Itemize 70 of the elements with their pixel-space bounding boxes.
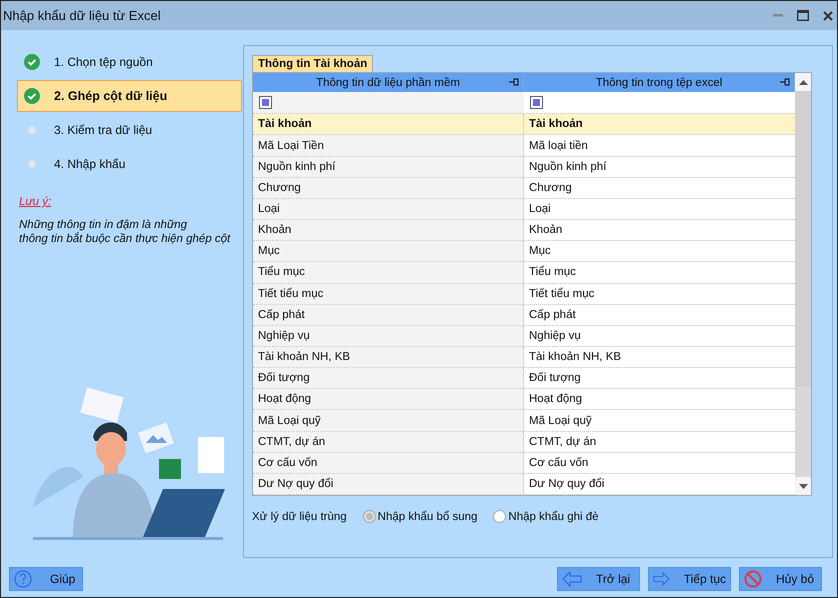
scroll-up-icon[interactable]: [798, 80, 808, 84]
table-cell-text: Tài khoản NH, KB: [528, 350, 622, 366]
check-circle-icon: [24, 88, 40, 104]
table-cell: Đối tượng: [253, 368, 524, 388]
window-title: Nhập khẩu dữ liệu từ Excel: [3, 8, 162, 23]
wizard-step[interactable]: 3. Kiểm tra dữ liệu: [17, 114, 242, 146]
table-cell-text: Cấp phát: [528, 308, 577, 323]
arrow-right-icon: [653, 570, 670, 586]
table-cell: Tiểu mục: [253, 262, 524, 283]
table-cell-text: Mục: [528, 244, 552, 260]
table-cell: Tiết tiểu mục: [253, 284, 524, 304]
table-cell-text: Cơ cấu vốn: [528, 456, 590, 471]
wizard-step[interactable]: 1. Chọn tệp nguồn: [17, 46, 242, 78]
table-cell: Mục: [253, 241, 524, 262]
note-title: Lưu ý:: [19, 196, 52, 208]
radio-option[interactable]: Nhập khẩu ghi đè: [493, 510, 599, 523]
arrow-left-icon: [562, 570, 582, 586]
table-cell-text: Hoạt động: [528, 392, 584, 408]
table-cell-text: Mã Loại quỹ: [528, 414, 593, 429]
wizard-step[interactable]: 4. Nhập khẩu: [17, 148, 242, 180]
table-cell-text: Khoản: [528, 223, 564, 238]
table-cell: Chương: [253, 178, 524, 198]
pending-dot-icon: [28, 160, 36, 168]
table-cell-text: Loại: [528, 202, 552, 217]
table-cell-text: Dư Nợ quy đổi: [528, 476, 606, 492]
table-cell: Cấp phát: [253, 304, 524, 325]
pin-icon[interactable]: [780, 78, 790, 86]
pin-icon[interactable]: [509, 78, 519, 86]
check-circle-icon: [24, 54, 40, 70]
tab[interactable]: Thông tin Tài khoản: [252, 55, 374, 72]
cancel-button[interactable]: Hủy bỏ: [739, 566, 822, 590]
help-button[interactable]: Giúp: [9, 566, 83, 590]
column-header[interactable]: Thông tin dữ liệu phần mềm: [316, 76, 460, 89]
scroll-down-icon[interactable]: [798, 484, 808, 488]
table-cell: Nghiệp vụ: [253, 326, 524, 346]
table-cell: Cơ cấu vốn: [253, 452, 524, 473]
table-cell: Mã Loại quỹ: [253, 410, 524, 431]
table-cell: Loại: [253, 198, 524, 220]
table-cell-text: Mã loại tiền: [528, 138, 589, 154]
wizard-step[interactable]: 2. Ghép cột dữ liệu: [17, 80, 242, 112]
table-cell: Dư Nợ quy đổi: [253, 474, 524, 494]
maximize-icon[interactable]: [797, 10, 809, 21]
table-cell-text: CTMT, dự án: [528, 434, 598, 450]
table-cell: CTMT, dự án: [253, 432, 524, 452]
next-button[interactable]: Tiếp tục: [648, 566, 731, 590]
duplicate-handling-label: Xử lý dữ liệu trùng: [252, 510, 347, 522]
radio-option[interactable]: Nhập khẩu bổ sung: [362, 510, 478, 523]
back-button[interactable]: Trở lại: [557, 566, 640, 590]
table-cell: Tài khoản: [524, 114, 795, 134]
table-cell: Hoạt động: [253, 389, 524, 410]
filter-checkbox[interactable]: [259, 96, 272, 110]
note-text: Những thông tin in đậm là những thông tin bắt buộc cần thực hiện ghép cột: [19, 218, 232, 246]
table-cell: Tài khoản: [253, 114, 524, 134]
table-cell-text: Tiết tiểu mục: [528, 286, 596, 302]
cancel-icon: [744, 570, 762, 588]
column-header[interactable]: Thông tin trong tệp excel: [596, 76, 722, 89]
scrollbar[interactable]: [795, 73, 811, 495]
table-cell-text: Nguồn kinh phí: [528, 160, 608, 175]
table-cell: Khoản: [253, 220, 524, 240]
table-cell-text: Chương: [528, 180, 573, 196]
pending-dot-icon: [28, 126, 36, 134]
table-cell: Nguồn kinh phí: [253, 156, 524, 177]
filter-checkbox[interactable]: [530, 96, 543, 110]
close-icon[interactable]: [823, 10, 833, 20]
table-cell: Mã Loại Tiền: [253, 135, 524, 156]
table-cell: Tài khoản NH, KB: [253, 347, 524, 368]
table-cell-text: Nghiệp vụ: [528, 328, 582, 344]
table-cell-text: Đối tượng: [528, 371, 582, 386]
table-cell-text: Tiểu mục: [528, 264, 577, 280]
help-icon: [14, 570, 32, 588]
